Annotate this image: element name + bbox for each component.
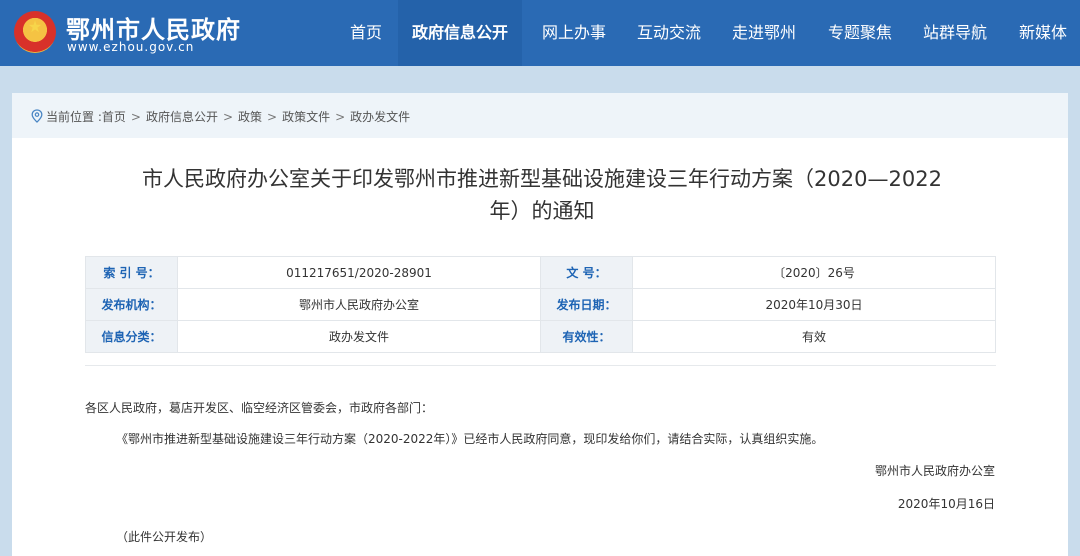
table-row: 索 引 号： 011217651/2020-28901 文 号： 〔2020〕2… xyxy=(85,256,996,289)
breadcrumb-item-policy[interactable]: 政策 xyxy=(238,110,262,124)
breadcrumb-item-home[interactable]: 首页 xyxy=(102,110,126,124)
publish-date-label: 发布日期： xyxy=(540,288,633,321)
breadcrumb: 当前位置 :首页 > 政府信息公开 > 政策 > 政策文件 > 政办发文件 xyxy=(46,108,410,125)
nav-gov-info-disclosure[interactable]: 政府信息公开 xyxy=(398,0,523,66)
nav-online-services[interactable]: 网上办事 xyxy=(542,0,606,66)
article-title: 市人民政府办公室关于印发鄂州市推进新型基础设施建设三年行动方案（2020—202… xyxy=(92,163,992,227)
publication-note: （此件公开发布） xyxy=(116,530,213,544)
validity-value: 有效 xyxy=(632,320,996,353)
sign-date: 2020年10月16日 xyxy=(897,497,995,511)
breadcrumb-item-office-docs[interactable]: 政办发文件 xyxy=(350,110,410,124)
divider xyxy=(85,365,996,366)
nav-home[interactable]: 首页 xyxy=(350,0,382,66)
index-number-value: 011217651/2020-28901 xyxy=(177,256,541,289)
breadcrumb-prefix: 当前位置 : xyxy=(46,110,102,124)
breadcrumb-item-gov-info[interactable]: 政府信息公开 xyxy=(146,110,218,124)
site-header: ★ 鄂州市人民政府 www.ezhou.gov.cn 首页 政府信息公开 网上办… xyxy=(0,0,1080,66)
location-pin-icon xyxy=(31,109,43,123)
nav-new-media[interactable]: 新媒体 xyxy=(1019,0,1067,66)
nav-special-topics[interactable]: 专题聚焦 xyxy=(828,0,892,66)
site-url: www.ezhou.gov.cn xyxy=(67,40,195,54)
category-value: 政办发文件 xyxy=(177,320,541,353)
publish-date-value: 2020年10月30日 xyxy=(632,288,996,321)
table-row: 信息分类： 政办发文件 有效性： 有效 xyxy=(85,320,996,353)
salutation: 各区人民政府，葛店开发区、临空经济区管委会，市政府各部门： xyxy=(85,401,434,415)
validity-label: 有效性： xyxy=(540,320,633,353)
breadcrumb-separator: > xyxy=(335,110,346,124)
document-meta-table: 索 引 号： 011217651/2020-28901 文 号： 〔2020〕2… xyxy=(85,256,996,353)
nav-interaction[interactable]: 互动交流 xyxy=(637,0,701,66)
issuer-value: 鄂州市人民政府办公室 xyxy=(177,288,541,321)
article-container: 当前位置 :首页 > 政府信息公开 > 政策 > 政策文件 > 政办发文件 市人民政府办公室关于… xyxy=(12,93,1068,556)
category-label: 信息分类： xyxy=(85,320,178,353)
body-paragraph: 《鄂州市推进新型基础设施建设三年行动方案（2020-2022年）》已经市人民政府… xyxy=(116,432,824,446)
breadcrumb-bar: 当前位置 :首页 > 政府信息公开 > 政策 > 政策文件 > 政办发文件 xyxy=(12,93,1068,138)
table-row: 发布机构： 鄂州市人民政府办公室 发布日期： 2020年10月30日 xyxy=(85,288,996,321)
breadcrumb-separator: > xyxy=(222,110,234,124)
article-title-line2: 年）的通知 xyxy=(489,199,595,223)
nav-site-directory[interactable]: 站群导航 xyxy=(923,0,987,66)
document-number-label: 文 号： xyxy=(540,256,633,289)
nav-about-ezhou[interactable]: 走进鄂州 xyxy=(732,0,796,66)
signature: 鄂州市人民政府办公室 xyxy=(874,464,995,478)
breadcrumb-separator: > xyxy=(130,110,141,124)
index-number-label: 索 引 号： xyxy=(85,256,178,289)
issuer-label: 发布机构： xyxy=(85,288,178,321)
breadcrumb-separator: > xyxy=(267,110,278,124)
document-number-value: 〔2020〕26号 xyxy=(632,256,996,289)
article-title-line1: 市人民政府办公室关于印发鄂州市推进新型基础设施建设三年行动方案（2020—202… xyxy=(142,167,942,191)
national-emblem-icon[interactable]: ★ xyxy=(14,11,56,53)
breadcrumb-item-policy-docs[interactable]: 政策文件 xyxy=(282,110,330,124)
